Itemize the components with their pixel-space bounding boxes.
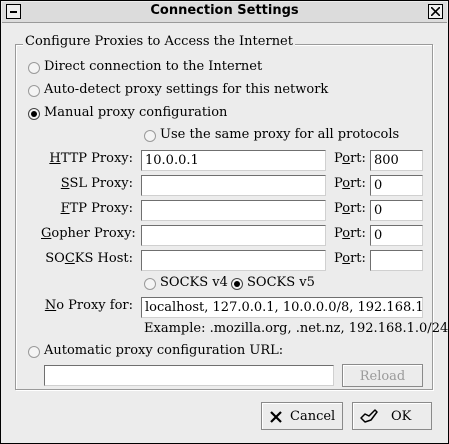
label-auto-url: Automatic proxy configuration URL: (44, 343, 284, 358)
gopher-port-input[interactable]: 0 (370, 225, 423, 246)
close-button[interactable] (428, 4, 443, 19)
label-socks-v5: SOCKS v5 (247, 275, 315, 290)
label-gopher-port: Port: (334, 226, 366, 241)
ok-button[interactable]: OK (352, 402, 432, 430)
label-socks-host: SOCKS Host: (45, 251, 133, 266)
label-no-proxy: No Proxy for: (44, 298, 133, 313)
socks-host-input[interactable] (141, 250, 326, 271)
radio-socks-v4[interactable] (144, 278, 156, 290)
ok-icon (360, 409, 378, 423)
label-socks-port: Port: (334, 251, 366, 266)
connection-settings-dialog: Connection Settings Configure Proxies to… (0, 0, 449, 444)
reload-button[interactable]: Reload (342, 364, 423, 387)
title-bar: Connection Settings (2, 2, 447, 23)
radio-direct[interactable] (28, 62, 40, 74)
gopher-proxy-input[interactable] (141, 225, 326, 246)
ssl-port-input[interactable]: 0 (370, 175, 423, 196)
radio-auto-url[interactable] (28, 346, 40, 358)
window-title: Connection Settings (150, 3, 299, 18)
label-manual: Manual proxy configuration (44, 105, 228, 120)
close-icon (431, 7, 440, 16)
label-http-port: Port: (334, 151, 366, 166)
label-ssl-port: Port: (334, 176, 366, 191)
no-proxy-input[interactable]: localhost, 127.0.0.1, 10.0.0.0/8, 192.16… (141, 297, 423, 318)
cancel-label: Cancel (290, 409, 336, 424)
label-autodetect: Auto-detect proxy settings for this netw… (44, 82, 329, 97)
cancel-icon (270, 411, 282, 423)
auto-url-input[interactable] (44, 365, 334, 386)
socks-port-input[interactable] (370, 250, 423, 271)
http-proxy-input[interactable]: 10.0.0.1 (141, 150, 326, 171)
reload-label: Reload (359, 369, 406, 384)
label-http-proxy: HTTP Proxy: (49, 151, 133, 166)
group-title: Configure Proxies to Access the Internet (23, 34, 295, 49)
cancel-button[interactable]: Cancel (261, 402, 343, 430)
label-ftp-proxy: FTP Proxy: (60, 201, 133, 216)
ok-label: OK (391, 409, 412, 424)
ftp-proxy-input[interactable] (141, 200, 326, 221)
label-ssl-proxy: SSL Proxy: (60, 176, 133, 191)
radio-socks-v5[interactable] (231, 278, 243, 290)
label-socks-v4: SOCKS v4 (160, 275, 228, 290)
checkbox-same-proxy[interactable] (144, 130, 156, 142)
no-proxy-example: Example: .mozilla.org, .net.nz, 192.168.… (144, 321, 449, 336)
label-ftp-port: Port: (334, 201, 366, 216)
label-gopher-proxy: Gopher Proxy: (41, 226, 136, 241)
label-same-proxy: Use the same proxy for all protocols (160, 127, 400, 142)
label-direct: Direct connection to the Internet (44, 59, 263, 74)
radio-autodetect[interactable] (28, 85, 40, 97)
http-port-input[interactable]: 800 (370, 150, 423, 171)
radio-manual[interactable] (28, 108, 40, 120)
ftp-port-input[interactable]: 0 (370, 200, 423, 221)
ssl-proxy-input[interactable] (141, 175, 326, 196)
